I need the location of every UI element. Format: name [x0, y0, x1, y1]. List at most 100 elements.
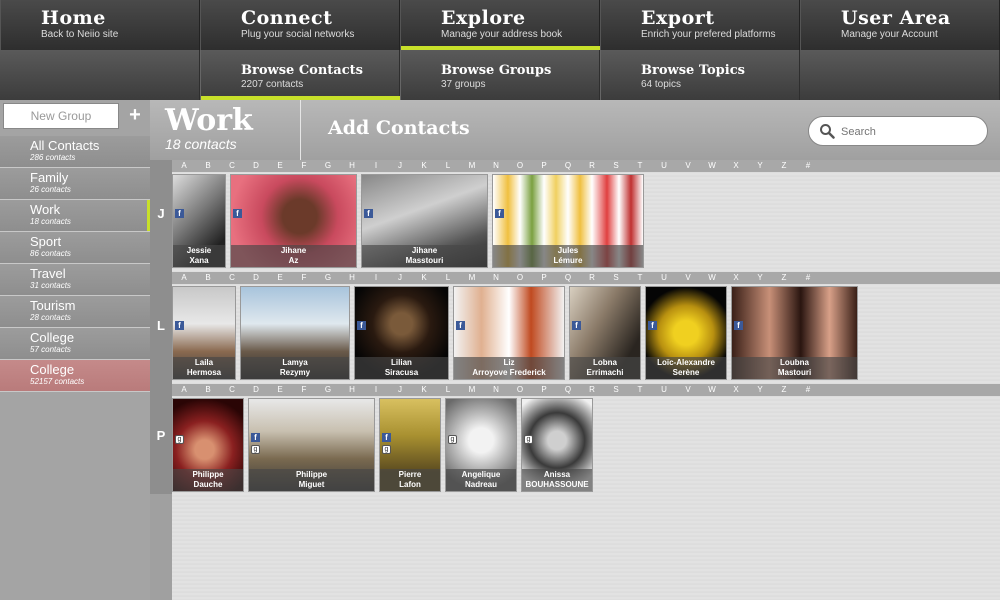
subnav-browse-groups[interactable]: Browse Groups 37 groups — [400, 50, 600, 100]
alphabet-letter[interactable]: Z — [772, 272, 796, 284]
contact-card[interactable]: f g Pierre Lafon — [379, 398, 441, 492]
alphabet-letter[interactable]: L — [436, 160, 460, 172]
alphabet-letter[interactable]: J — [388, 272, 412, 284]
alphabet-letter[interactable]: N — [484, 160, 508, 172]
alphabet-letter[interactable]: K — [412, 384, 436, 396]
contact-card[interactable]: f g Philippe Miguet — [248, 398, 375, 492]
nav-user-area[interactable]: User Area Manage your Account — [800, 0, 1000, 50]
group-item[interactable]: Tourism 28 contacts — [0, 296, 150, 328]
alphabet-letter[interactable]: P — [532, 384, 556, 396]
alphabet-letter[interactable]: S — [604, 384, 628, 396]
alphabet-letter[interactable]: W — [700, 272, 724, 284]
alphabet-letter[interactable]: L — [436, 384, 460, 396]
alphabet-letter[interactable]: C — [220, 160, 244, 172]
contact-card[interactable]: f Laila Hermosa — [172, 286, 236, 380]
alphabet-letter[interactable]: V — [676, 272, 700, 284]
subnav-browse-contacts[interactable]: Browse Contacts 2207 contacts — [200, 50, 401, 100]
contact-card[interactable]: f Liz Arroyove Frederick — [453, 286, 565, 380]
group-item[interactable]: Travel 31 contacts — [0, 264, 150, 296]
alphabet-letter[interactable]: T — [628, 160, 652, 172]
alphabet-letter[interactable]: D — [244, 384, 268, 396]
group-item[interactable]: College 57 contacts — [0, 328, 150, 360]
alphabet-letter[interactable]: Y — [748, 384, 772, 396]
alphabet-letter[interactable]: Q — [556, 272, 580, 284]
alphabet-letter[interactable]: Z — [772, 384, 796, 396]
alphabet-letter[interactable]: C — [220, 384, 244, 396]
alphabet-letter[interactable]: B — [196, 272, 220, 284]
new-group-input[interactable]: New Group — [3, 103, 119, 129]
group-item-highlighted[interactable]: College 52157 contacts — [0, 360, 150, 392]
alphabet-letter[interactable]: Z — [772, 160, 796, 172]
alphabet-letter[interactable]: X — [724, 384, 748, 396]
nav-connect[interactable]: Connect Plug your social networks — [200, 0, 400, 50]
alphabet-letter[interactable]: # — [796, 384, 820, 396]
alphabet-letter[interactable]: G — [316, 384, 340, 396]
alphabet-letter[interactable]: U — [652, 160, 676, 172]
alphabet-letter[interactable]: O — [508, 272, 532, 284]
alphabet-letter[interactable]: I — [364, 272, 388, 284]
alphabet-letter[interactable]: T — [628, 384, 652, 396]
alphabet-letter[interactable]: F — [292, 272, 316, 284]
alphabet-letter[interactable]: G — [316, 160, 340, 172]
alphabet-letter[interactable]: H — [340, 160, 364, 172]
alphabet-letter[interactable]: S — [604, 160, 628, 172]
alphabet-letter[interactable]: B — [196, 160, 220, 172]
alphabet-letter[interactable]: D — [244, 160, 268, 172]
alphabet-letter[interactable]: W — [700, 384, 724, 396]
group-item[interactable]: Family 26 contacts — [0, 168, 150, 200]
alphabet-letter[interactable]: S — [604, 272, 628, 284]
alphabet-letter[interactable]: L — [436, 272, 460, 284]
alphabet-letter[interactable]: Q — [556, 160, 580, 172]
group-item[interactable]: All Contacts 286 contacts — [0, 136, 150, 168]
alphabet-letter[interactable]: I — [364, 160, 388, 172]
contact-card[interactable]: g Anissa BOUHASSOUNE — [521, 398, 593, 492]
alphabet-letter[interactable]: T — [628, 272, 652, 284]
alphabet-letter[interactable]: Y — [748, 272, 772, 284]
contact-card[interactable]: f Jules Lémure — [492, 174, 644, 268]
alphabet-letter[interactable]: J — [388, 160, 412, 172]
search-input[interactable] — [841, 123, 976, 140]
nav-export[interactable]: Export Enrich your prefered platforms — [600, 0, 800, 50]
alphabet-letter[interactable]: E — [268, 272, 292, 284]
contact-card[interactable]: g Angelique Nadreau — [445, 398, 517, 492]
nav-home[interactable]: Home Back to Neiio site — [0, 0, 200, 50]
alphabet-letter[interactable]: U — [652, 384, 676, 396]
alphabet-letter[interactable]: D — [244, 272, 268, 284]
alphabet-letter[interactable]: G — [316, 272, 340, 284]
alphabet-letter[interactable]: M — [460, 384, 484, 396]
alphabet-letter[interactable]: K — [412, 160, 436, 172]
alphabet-letter[interactable]: Q — [556, 384, 580, 396]
alphabet-letter[interactable]: I — [364, 384, 388, 396]
alphabet-letter[interactable]: K — [412, 272, 436, 284]
alphabet-letter[interactable]: B — [196, 384, 220, 396]
alphabet-letter[interactable]: R — [580, 272, 604, 284]
alphabet-letter[interactable]: V — [676, 160, 700, 172]
alphabet-letter[interactable]: X — [724, 272, 748, 284]
alphabet-letter[interactable]: M — [460, 160, 484, 172]
alphabet-letter[interactable]: P — [532, 160, 556, 172]
contact-card[interactable]: f Loïc-Alexandre Serène — [645, 286, 727, 380]
alphabet-letter[interactable]: M — [460, 272, 484, 284]
alphabet-letter[interactable]: A — [172, 384, 196, 396]
alphabet-letter[interactable]: H — [340, 272, 364, 284]
alphabet-letter[interactable]: E — [268, 160, 292, 172]
alphabet-letter[interactable]: Y — [748, 160, 772, 172]
alphabet-letter[interactable]: P — [532, 272, 556, 284]
contact-card[interactable]: f Jihane Masstouri — [361, 174, 488, 268]
alphabet-letter[interactable]: F — [292, 384, 316, 396]
contact-card[interactable]: f Lobna Errimachi — [569, 286, 641, 380]
alphabet-letter[interactable]: R — [580, 384, 604, 396]
search-box[interactable] — [808, 116, 988, 146]
alphabet-letter[interactable]: E — [268, 384, 292, 396]
add-contacts-button[interactable]: Add Contacts — [328, 117, 470, 139]
alphabet-letter[interactable]: # — [796, 160, 820, 172]
contact-card[interactable]: g Philippe Dauche — [172, 398, 244, 492]
contact-card[interactable]: f Lilian Siracusa — [354, 286, 449, 380]
subnav-browse-topics[interactable]: Browse Topics 64 topics — [600, 50, 800, 100]
alphabet-letter[interactable]: J — [388, 384, 412, 396]
alphabet-letter[interactable]: N — [484, 272, 508, 284]
alphabet-letter[interactable]: O — [508, 384, 532, 396]
alphabet-letter[interactable]: C — [220, 272, 244, 284]
plus-icon[interactable]: + — [126, 105, 144, 125]
alphabet-letter[interactable]: # — [796, 272, 820, 284]
